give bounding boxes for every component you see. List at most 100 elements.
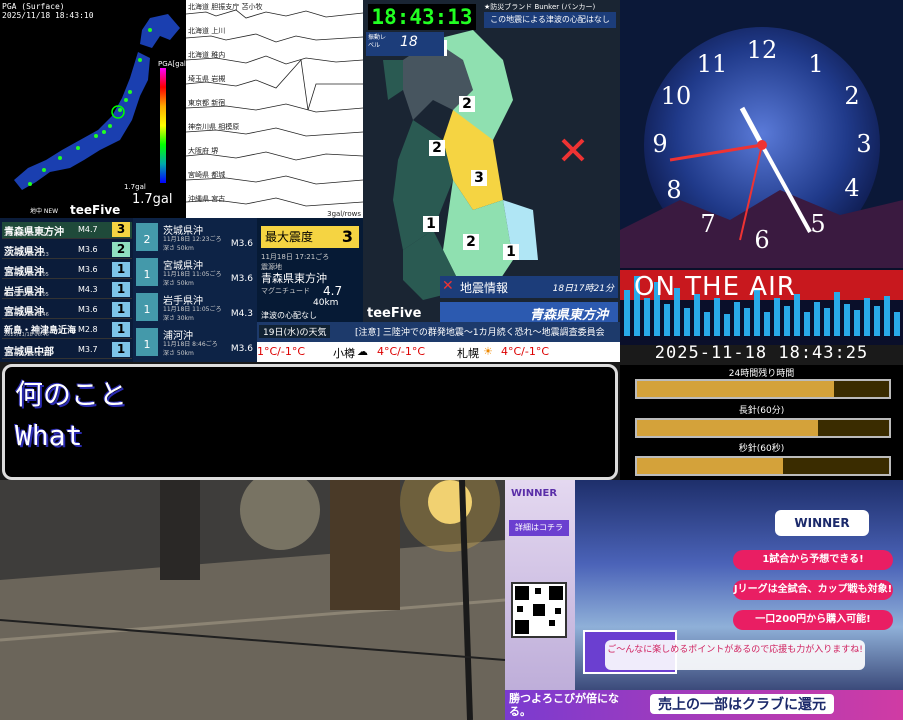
eq-date: 2025/11/18 11:05: [4, 272, 49, 278]
map-label: 2: [459, 96, 475, 112]
weather-day: 19日(水)の天気: [259, 325, 331, 338]
pga-scale-unit: PGA[gal]: [158, 60, 186, 68]
station-label: 北海道 稚内: [188, 51, 226, 59]
eq-date: 2025/11/18 06:46: [4, 332, 49, 338]
level-label: 振動レベル: [368, 34, 387, 49]
ad-bottom-bar: 勝つよろこびが倍になる。 売上の一部はクラブに還元: [505, 690, 903, 720]
eq-mag: M3.7: [78, 345, 98, 354]
progress-fill: [637, 381, 834, 397]
bunker-text: この地震による津波の心配はなし: [484, 12, 616, 28]
eq-mag: M3.6: [78, 305, 98, 314]
list-item[interactable]: 岩手県沖 2025/11/18 11:05 M4.3 1: [2, 282, 132, 299]
weather-icon: ☀: [483, 345, 493, 358]
digital-clock: 18:43:13: [368, 4, 476, 30]
temp-1: 4°C/-1°C: [377, 345, 426, 358]
list-item[interactable]: 宮城県沖 2025/11/18 08:46 M3.6 1: [2, 302, 132, 319]
max-intensity-box: 最大震度 3: [261, 226, 359, 248]
subtitle-line-1: 何のこと: [15, 378, 128, 411]
eq-date: 2025/11/18 08:46: [4, 312, 49, 318]
svg-text:11: 11: [697, 50, 728, 78]
pga-max-caption: 1.7gal: [132, 192, 173, 207]
progress-fill: [637, 420, 819, 436]
svg-text:2: 2: [844, 82, 859, 110]
winner-ad[interactable]: WINNER 詳細はコチラ WINNER ご～んなに楽しめるポイントがあるので応…: [505, 480, 903, 720]
remaining-progress: [635, 379, 891, 399]
map-label: 3: [471, 170, 487, 186]
ad-brand: WINNER: [511, 488, 558, 499]
depth-value: 40km: [313, 298, 339, 308]
detail-depth: 深さ 50km: [163, 280, 194, 287]
eq-score: 1: [112, 342, 130, 357]
eq-date: 2025/11/18 17:21: [4, 232, 49, 238]
waveform-panel: 北海道 胆振支庁 苫小牧 北海道 上川 北海道 稚内 埼玉県 岩槻 東京都 新宿…: [186, 0, 363, 218]
qr-code[interactable]: [511, 582, 567, 638]
svg-text:4: 4: [844, 174, 859, 202]
detail-mag: M3.6: [230, 239, 253, 249]
svg-text:10: 10: [661, 82, 692, 110]
list-item[interactable]: 青森県東方沖 2025/11/18 17:21 M4.7 3: [2, 222, 132, 239]
eq-date: 2025/11/18 12:23: [4, 252, 49, 258]
eq-mag: M3.6: [78, 245, 98, 254]
detail-card[interactable]: 1 岩手県沖 11月18日 11:05ごろ 深さ 30km M4.3: [133, 290, 257, 324]
ad-logo: WINNER: [775, 510, 869, 536]
quake-region-bar: 青森県東方沖: [440, 302, 618, 323]
ticker-text: [注意] 三陸沖での群発地震～1カ月続く恐れ～地震調査委員会: [355, 328, 605, 338]
list-item[interactable]: 宮城県中部 2025/11/18 06:24 M3.7 1: [2, 342, 132, 359]
svg-text:1: 1: [808, 50, 823, 78]
map-label: 2: [429, 140, 445, 156]
ad-slogan-right: 売上の一部はクラブに還元: [650, 694, 834, 714]
eq-mag: M4.3: [78, 285, 98, 294]
qr-icon: [515, 586, 563, 634]
detail-depth: 深さ 50km: [163, 350, 194, 357]
station-label: 大阪府 堺: [188, 147, 219, 155]
svg-text:9: 9: [652, 130, 667, 158]
detail-card[interactable]: 1 浦河沖 11月18日 8:46ごろ 深さ 50km M3.6: [133, 325, 257, 359]
bunker-banner: ★防災ブランド Bunker (バンカー) この地震による津波の心配はなし: [480, 0, 620, 32]
quake-region: 青森県東方沖: [529, 308, 608, 323]
second-label: 秒針(60秒): [738, 444, 785, 454]
detail-depth: 深さ 50km: [163, 245, 194, 252]
bunker-title: ★防災ブランド Bunker (バンカー): [484, 3, 596, 11]
temp-0: 1°C/-1°C: [257, 345, 306, 358]
list-item[interactable]: 宮城県沖 2025/11/18 11:05 M3.6 1: [2, 262, 132, 279]
vibration-level: 振動レベル 18: [366, 32, 444, 56]
waveform-footer: 3gal/rows: [327, 210, 361, 218]
station-label: 神奈川県 相模原: [188, 123, 240, 131]
quake-info-bar: ✕ 地震情報 18日17時21分: [440, 276, 618, 298]
imap-logo: teeFive: [367, 306, 422, 321]
pga-color-scale: [160, 68, 166, 183]
max-intensity-label: 最大震度: [265, 230, 314, 244]
max-intensity-value: 3: [341, 227, 353, 246]
detail-date: 11月18日 11:05ごろ: [163, 306, 222, 313]
list-item[interactable]: 新島・神津島近海 2025/11/18 06:46 M2.8 1: [2, 322, 132, 339]
svg-text:3: 3: [856, 130, 871, 158]
station-label: 北海道 胆振支庁 苫小牧: [188, 3, 263, 11]
max-intensity-date: 11月18日 17:21ごろ: [261, 253, 330, 261]
magnitude-label: マグニチュード: [261, 287, 310, 295]
subtitle-line-2: What: [15, 419, 83, 452]
svg-text:12: 12: [747, 36, 778, 64]
ad-detail-button[interactable]: 詳細はコチラ: [509, 520, 569, 536]
station-label: 埼玉県 岩槻: [188, 75, 226, 83]
svg-text:5: 5: [810, 210, 825, 238]
quake-time: 18日17時21分: [552, 284, 614, 294]
list-item[interactable]: 茨城県沖 2025/11/18 12:23 M3.6 2: [2, 242, 132, 259]
ad-feature-1: 1試合から予想できる!: [733, 550, 893, 570]
detail-card[interactable]: 2 茨城県沖 11月18日 12:23ごろ 深さ 50km M3.6: [133, 220, 257, 254]
svg-text:7: 7: [700, 210, 715, 238]
map-label: 2: [463, 234, 479, 250]
tsunami-status: 津波の心配なし: [261, 311, 317, 320]
detail-mag: M4.3: [230, 309, 253, 319]
minute-label: 長針(60分): [738, 406, 785, 416]
ad-feature-3: 一口200円から購入可能!: [733, 610, 893, 630]
earthquake-list: 青森県東方沖 2025/11/18 17:21 M4.7 3 茨城県沖 2025…: [0, 218, 133, 362]
map-label: 1: [503, 244, 519, 260]
ad-feature-2: Jリーグは全試合、カップ戦も対象!: [733, 580, 893, 600]
subtitle-box: 何のこと What: [2, 364, 618, 480]
weather-bar: 1°C/-1°C 小樽 ☁ 4°C/-1°C 札幌 ☀ 4°C/-1°C: [257, 342, 620, 362]
eq-score: 3: [112, 222, 130, 237]
ad-caption: ご～んなに楽しめるポイントがあるので応援も力が入りますね!: [605, 640, 865, 670]
detail-card[interactable]: 1 宮城県沖 11月18日 11:05ごろ 深さ 50km M3.6: [133, 255, 257, 289]
detail-score: 1: [136, 258, 158, 286]
remaining-label: 24時間残り時間: [728, 369, 795, 379]
